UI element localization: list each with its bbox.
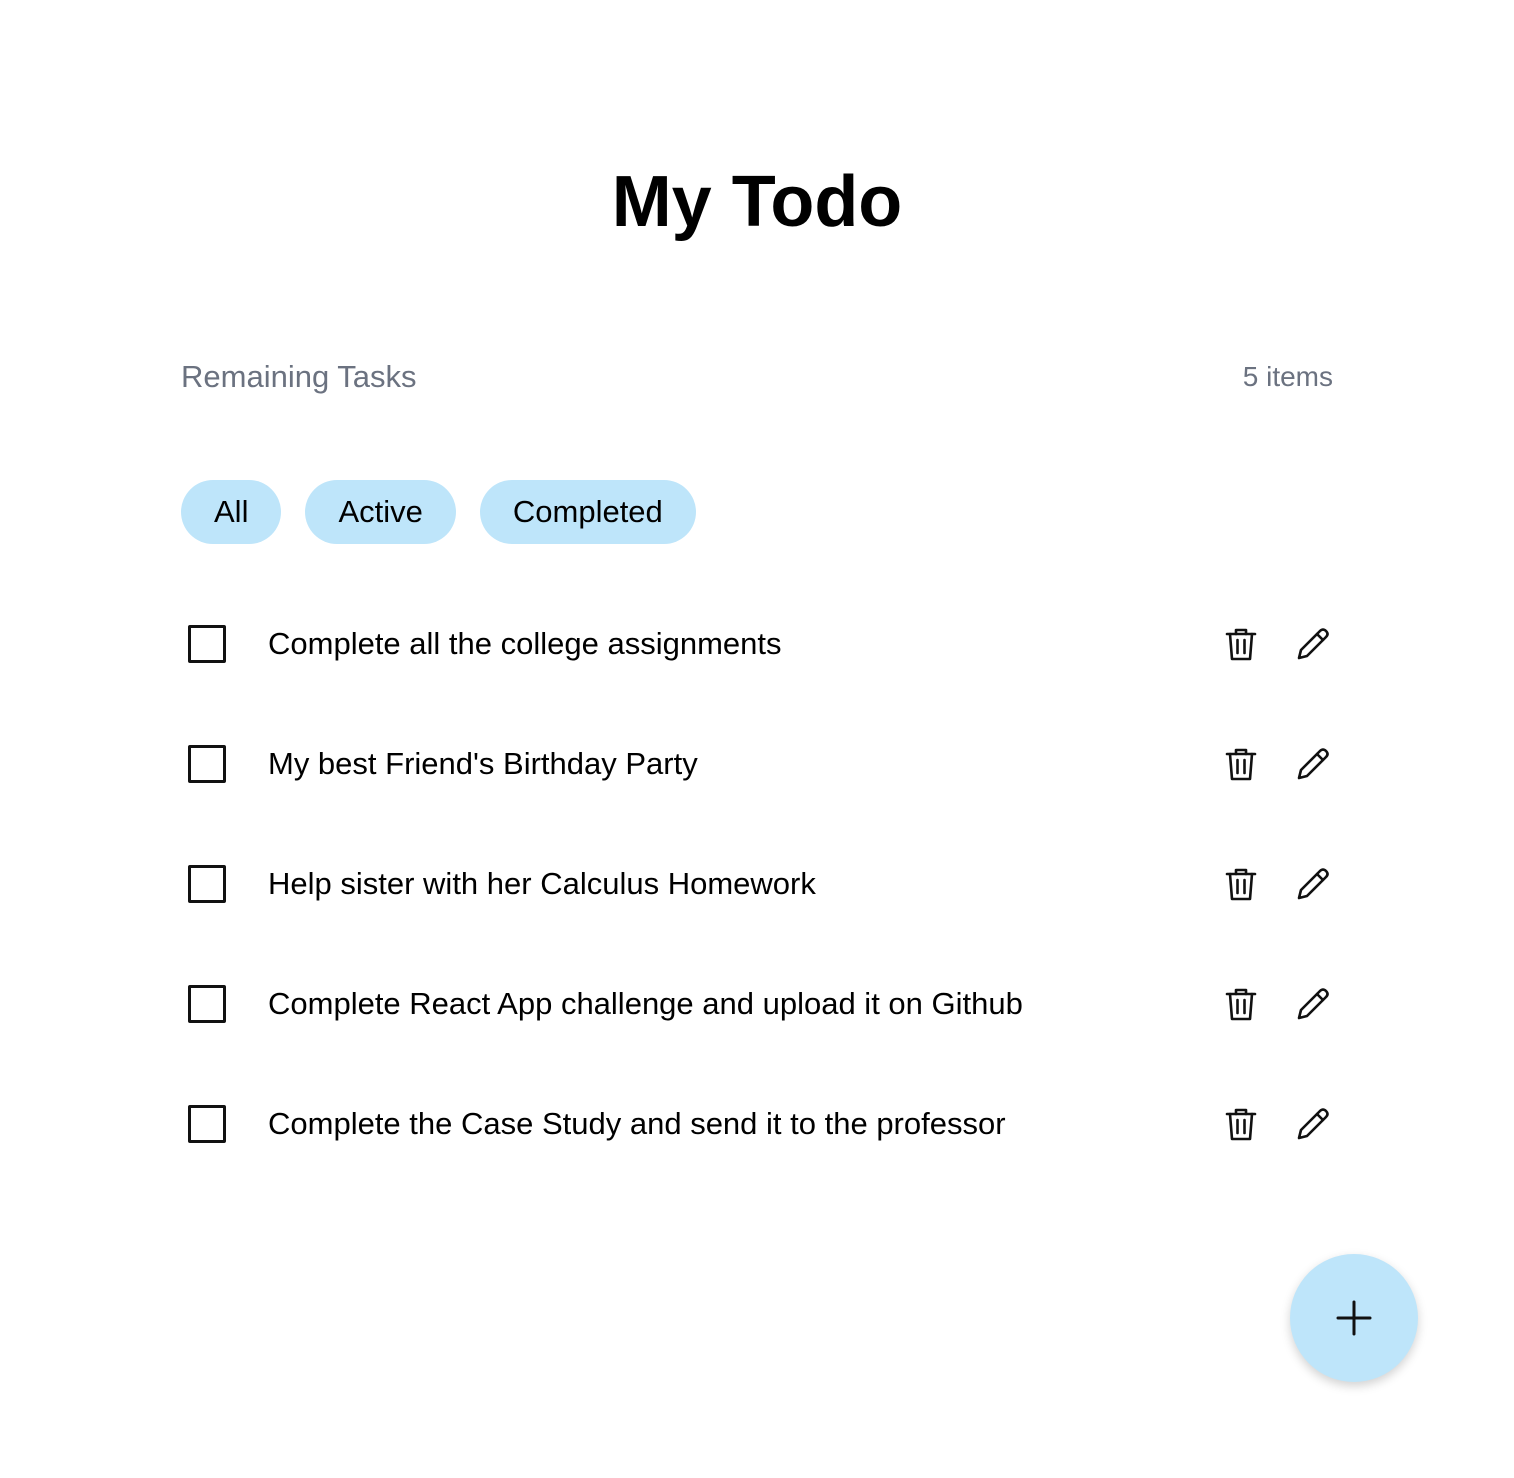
page-title: My Todo (611, 162, 903, 242)
item-count: 5 items (1242, 361, 1333, 392)
edit-button[interactable] (1293, 744, 1333, 784)
task-item: My best Friend's Birthday Party (181, 704, 1333, 824)
todo-page: My Todo Remaining Tasks 5 items All Acti… (0, 0, 1514, 1478)
delete-button[interactable] (1221, 984, 1261, 1024)
task-text: Complete the Case Study and send it to t… (268, 1106, 1006, 1141)
task-text: Complete React App challenge and upload … (268, 986, 1023, 1021)
filter-active-button[interactable]: Active (305, 480, 456, 544)
task-checkbox[interactable] (188, 985, 226, 1023)
delete-button[interactable] (1221, 864, 1261, 904)
task-item: Help sister with her Calculus Homework (181, 824, 1333, 944)
edit-button[interactable] (1293, 624, 1333, 664)
trash-icon (1225, 628, 1257, 661)
task-text: Help sister with her Calculus Homework (268, 866, 816, 901)
pencil-icon (1297, 748, 1329, 780)
add-task-button[interactable] (1290, 1254, 1418, 1382)
filter-bar: All Active Completed (181, 480, 696, 544)
task-checkbox[interactable] (188, 745, 226, 783)
task-summary: Remaining Tasks 5 items (181, 355, 1333, 399)
pencil-icon (1297, 988, 1329, 1020)
pencil-icon (1297, 1108, 1329, 1140)
task-text: My best Friend's Birthday Party (268, 746, 698, 781)
task-checkbox[interactable] (188, 865, 226, 903)
task-item: Complete the Case Study and send it to t… (181, 1064, 1333, 1184)
filter-completed-button[interactable]: Completed (479, 480, 696, 544)
trash-icon (1225, 1108, 1257, 1141)
plus-icon (1336, 1300, 1372, 1336)
edit-button[interactable] (1293, 1104, 1333, 1144)
task-item: Complete all the college assignments (181, 584, 1333, 704)
task-list: Complete all the college assignments My … (181, 584, 1333, 1184)
pencil-icon (1297, 868, 1329, 900)
trash-icon (1225, 868, 1257, 901)
edit-button[interactable] (1293, 864, 1333, 904)
delete-button[interactable] (1221, 624, 1261, 664)
delete-button[interactable] (1221, 744, 1261, 784)
trash-icon (1225, 748, 1257, 781)
edit-button[interactable] (1293, 984, 1333, 1024)
task-checkbox[interactable] (188, 625, 226, 663)
pencil-icon (1297, 628, 1329, 660)
task-checkbox[interactable] (188, 1105, 226, 1143)
delete-button[interactable] (1221, 1104, 1261, 1144)
task-text: Complete all the college assignments (268, 626, 782, 661)
trash-icon (1225, 988, 1257, 1021)
filter-all-button[interactable]: All (181, 480, 282, 544)
remaining-tasks-label: Remaining Tasks (181, 359, 417, 394)
task-item: Complete React App challenge and upload … (181, 944, 1333, 1064)
